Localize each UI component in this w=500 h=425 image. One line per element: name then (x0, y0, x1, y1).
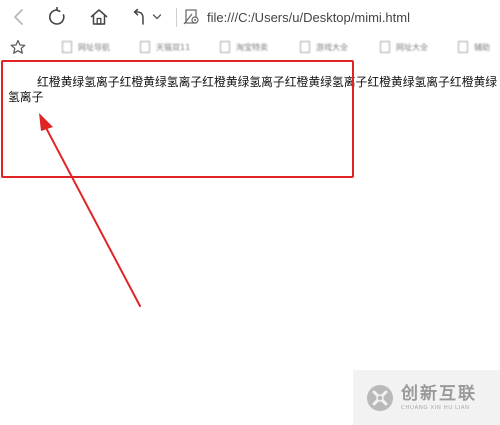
address-url[interactable]: file:///C:/Users/u/Desktop/mimi.html (207, 10, 410, 25)
reload-button[interactable] (44, 5, 70, 29)
home-button[interactable] (86, 5, 112, 29)
bookmarks-bar: 网址导航 天猫双11 淘宝特卖 游戏大全 网址大全 辅助 (0, 34, 500, 60)
page-icon (62, 41, 72, 53)
page-gear-icon (182, 7, 202, 27)
chuangxin-logo-icon (367, 384, 393, 411)
bookmark-item[interactable]: 辅助 (458, 38, 490, 56)
page-icon (300, 41, 310, 53)
back-button[interactable] (6, 5, 32, 29)
watermark: 创新互联 CHUANG XIN HU LIAN (353, 370, 500, 425)
undo-icon (133, 8, 144, 25)
reload-icon (49, 7, 65, 25)
page-icon (220, 41, 230, 53)
chevron-down-icon (152, 14, 162, 20)
favorites-button[interactable] (8, 38, 28, 56)
watermark-name: 创新互联 (401, 383, 477, 404)
watermark-text: 创新互联 CHUANG XIN HU LIAN (401, 384, 477, 412)
address-bar[interactable]: file:///C:/Users/u/Desktop/mimi.html (182, 5, 500, 29)
page-icon (458, 41, 468, 53)
watermark-pinyin: CHUANG XIN HU LIAN (401, 404, 470, 411)
bookmark-item[interactable]: 游戏大全 (300, 38, 348, 56)
bookmark-item[interactable]: 网址大全 (380, 38, 428, 56)
undo-dropdown-button[interactable] (148, 5, 166, 29)
back-arrow-icon (14, 9, 23, 25)
toolbar-separator (176, 8, 177, 27)
home-icon (90, 9, 108, 25)
bookmark-item[interactable]: 网址导航 (62, 38, 110, 56)
page-icon (380, 41, 390, 53)
browser-window: file:///C:/Users/u/Desktop/mimi.html 网址导… (0, 0, 500, 425)
star-icon (10, 39, 26, 54)
bookmark-item[interactable]: 天猫双11 (140, 38, 190, 56)
page-icon (140, 41, 150, 53)
browser-toolbar: file:///C:/Users/u/Desktop/mimi.html (0, 0, 500, 34)
bookmark-item[interactable]: 淘宝特卖 (220, 38, 268, 56)
